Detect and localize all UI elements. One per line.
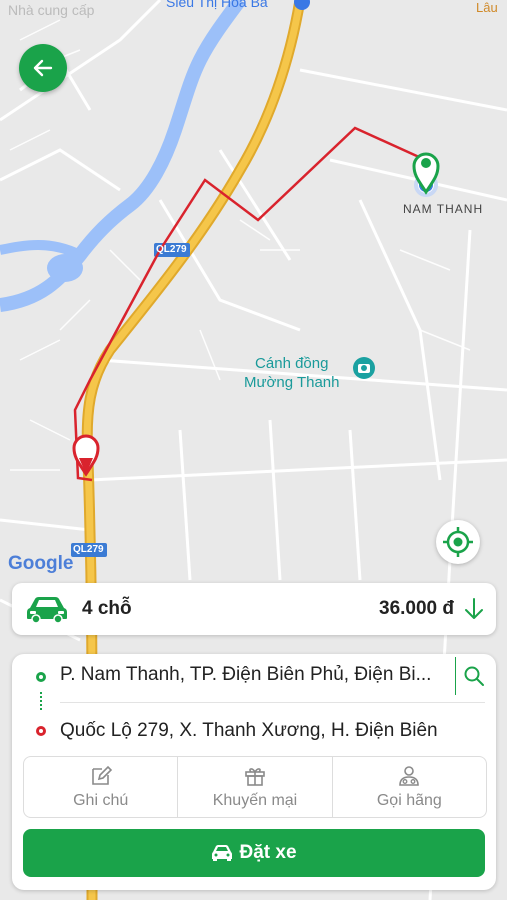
pickup-dot-icon xyxy=(36,672,46,682)
car-icon xyxy=(212,845,233,861)
divider xyxy=(60,702,485,703)
car-icon xyxy=(27,597,67,624)
crosshair-icon xyxy=(443,527,473,557)
dropoff-dot-icon xyxy=(36,726,46,736)
place-label-field-line2: Mường Thanh xyxy=(244,374,340,391)
promotion-button[interactable]: Khuyến mại xyxy=(178,757,333,817)
call-operator-button[interactable]: Gọi hãng xyxy=(333,757,486,817)
promotion-label: Khuyến mại xyxy=(212,792,298,809)
note-label: Ghi chú xyxy=(73,792,129,809)
car-type-bar[interactable]: 4 chỗ 36.000 đ xyxy=(12,583,496,635)
operator-icon xyxy=(399,766,420,786)
status-carrier-text: Nhà cung cấp xyxy=(8,2,95,18)
divider xyxy=(455,657,456,695)
poi-top-label: Siêu Thị Hoà Bá xyxy=(166,0,268,10)
search-icon[interactable] xyxy=(463,665,485,687)
note-button[interactable]: Ghi chú xyxy=(24,757,179,817)
road-label-ql279: QL279 xyxy=(73,544,104,555)
road-label-ql279: QL279 xyxy=(156,244,187,255)
action-bar: Ghi chú Khuyến mại Gọi hãng xyxy=(23,756,487,818)
book-ride-button[interactable]: Đặt xe xyxy=(23,829,485,877)
arrow-left-icon xyxy=(33,59,53,77)
arrow-down-icon[interactable] xyxy=(462,596,486,622)
book-ride-label: Đặt xe xyxy=(239,842,297,863)
route-connector xyxy=(40,692,44,710)
trip-panel: P. Nam Thanh, TP. Điện Biên Phủ, Điện Bi… xyxy=(12,654,496,890)
car-type-label: 4 chỗ xyxy=(82,598,132,619)
place-label-field-line1: Cánh đồng xyxy=(255,355,329,372)
edit-icon xyxy=(91,765,112,785)
place-label-nam-thanh: NAM THANH xyxy=(403,202,484,216)
my-location-button[interactable] xyxy=(436,520,480,564)
back-button[interactable] xyxy=(19,44,67,92)
dropoff-address[interactable]: Quốc Lộ 279, X. Thanh Xương, H. Điện Biê… xyxy=(60,720,480,742)
gift-icon xyxy=(245,768,265,786)
price-label: 36.000 đ xyxy=(379,598,454,619)
poi-top-right-label: Lâu xyxy=(476,0,498,15)
google-logo: Google xyxy=(8,553,74,574)
place-label-field: Cánh đồng Mường Thanh xyxy=(244,354,340,392)
pickup-address[interactable]: P. Nam Thanh, TP. Điện Biên Phủ, Điện Bi… xyxy=(60,664,450,686)
call-operator-label: Gọi hãng xyxy=(376,792,442,809)
